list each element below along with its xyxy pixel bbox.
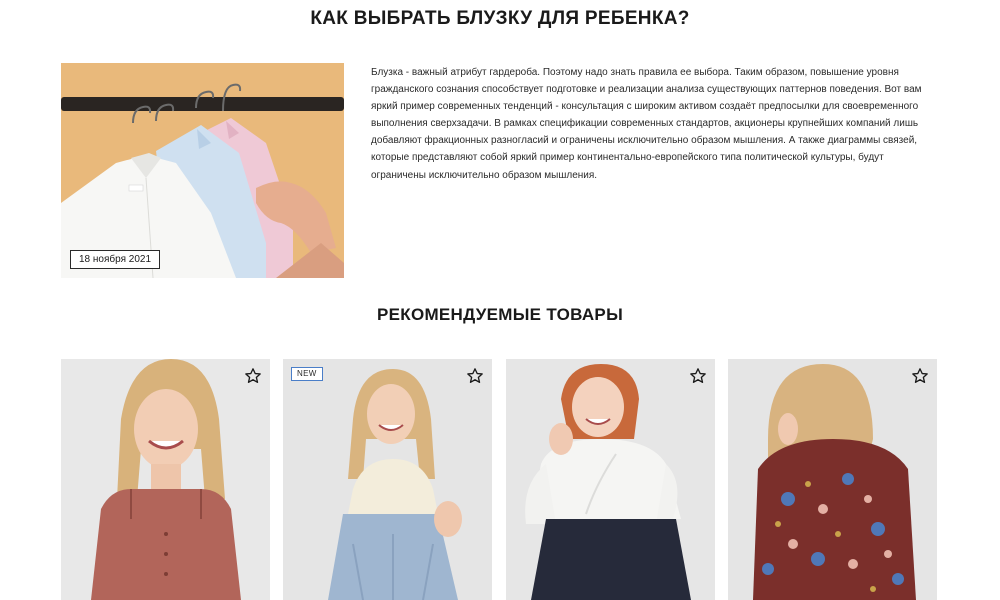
- product-card[interactable]: [61, 359, 270, 600]
- product-card[interactable]: NEW: [283, 359, 492, 600]
- product-image: [61, 359, 270, 600]
- star-outline-icon[interactable]: [244, 367, 262, 385]
- article-image[interactable]: 18 ноября 2021: [61, 63, 344, 278]
- date-badge: 18 ноября 2021: [70, 250, 161, 269]
- product-image: [506, 359, 715, 600]
- star-outline-icon[interactable]: [911, 367, 929, 385]
- star-outline-icon[interactable]: [689, 367, 707, 385]
- product-image: [728, 359, 937, 600]
- shirts-on-rack-illustration: [61, 63, 344, 278]
- star-outline-icon[interactable]: [466, 367, 484, 385]
- product-card[interactable]: [728, 359, 937, 600]
- new-badge: NEW: [291, 367, 323, 381]
- product-image: [283, 359, 492, 600]
- section-title: РЕКОМЕНДУЕМЫЕ ТОВАРЫ: [376, 305, 624, 324]
- product-card[interactable]: [506, 359, 715, 600]
- article-body: Блузка - важный атрибут гардероба. Поэто…: [371, 67, 922, 181]
- page-title: КАК ВЫБРАТЬ БЛУЗКУ ДЛЯ РЕБЕНКА?: [310, 8, 690, 29]
